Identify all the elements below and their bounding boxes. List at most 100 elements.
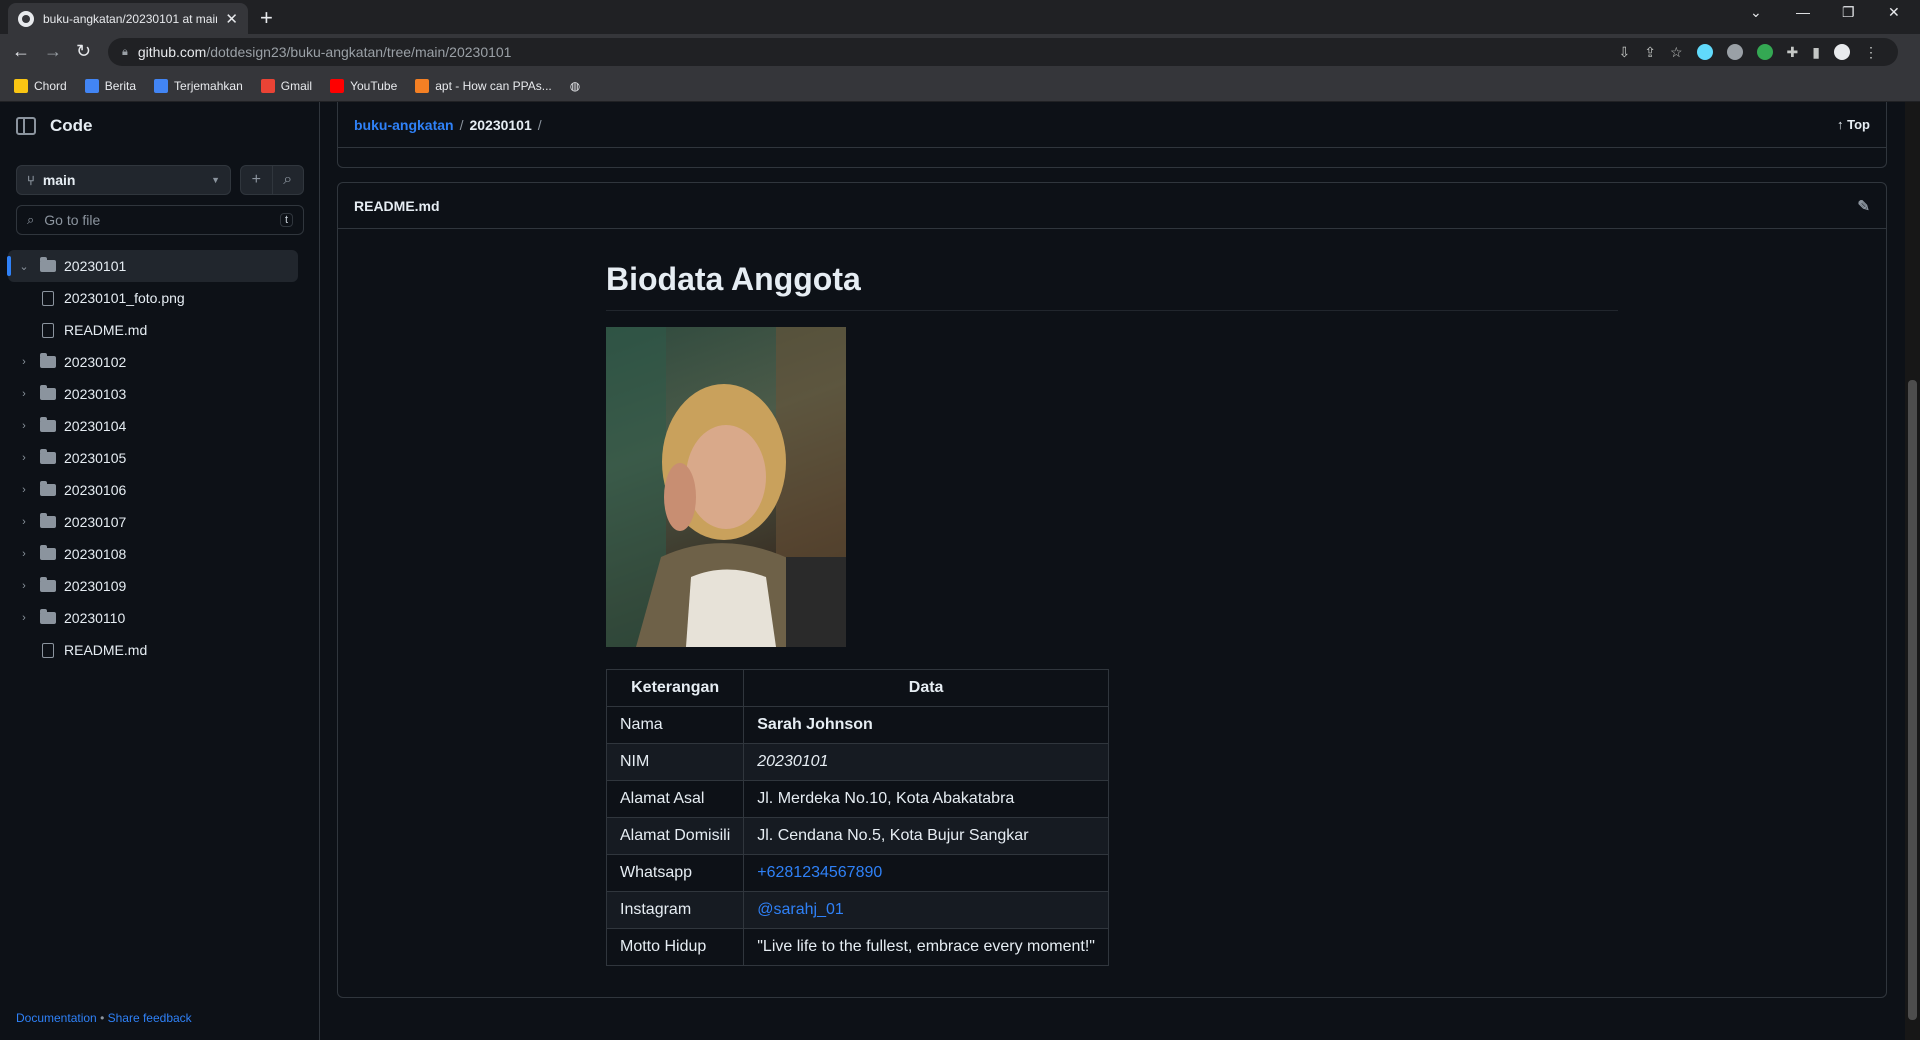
- folder-icon: [40, 481, 56, 496]
- file-icon: [42, 322, 54, 338]
- chevron-right-icon[interactable]: ›: [16, 420, 32, 432]
- chevron-right-icon[interactable]: ›: [16, 548, 32, 560]
- extension-icon[interactable]: [1756, 44, 1773, 60]
- tree-item-label: 20230107: [64, 514, 127, 530]
- reload-icon[interactable]: ↻: [76, 41, 91, 62]
- tree-item-label: 20230110: [64, 610, 126, 626]
- add-file-button[interactable]: +: [241, 166, 272, 194]
- row-label-cell: Instagram: [605, 891, 745, 929]
- biodata-table-body: Nama Sarah Johnson NIM 20230101 Alamat Asal J…: [605, 706, 1109, 966]
- bookmark-label: Berita: [104, 78, 137, 93]
- sidebar-header: Code: [16, 116, 93, 136]
- browser-tab[interactable]: buku-angkatan/20230101 at main ✕: [8, 3, 248, 34]
- row-label-cell: Motto Hidup: [605, 928, 745, 966]
- tab-search-icon[interactable]: ⌄: [1750, 4, 1762, 21]
- readme-header: README.md ✎: [338, 183, 1886, 229]
- address-bar[interactable]: 🔒︎ github.com /dotdesign23/buku-angkatan…: [108, 38, 1898, 66]
- branch-selector[interactable]: ⑂ main ▼: [16, 165, 231, 195]
- chevron-right-icon[interactable]: ›: [16, 516, 32, 528]
- profile-icon[interactable]: [1834, 44, 1850, 60]
- tree-folder-item[interactable]: ⌄ 20230101: [7, 250, 298, 282]
- share-feedback-link[interactable]: Share feedback: [108, 1011, 192, 1025]
- search-icon: ⌕: [27, 212, 35, 227]
- install-icon[interactable]: ⇩: [1619, 44, 1631, 61]
- folder-icon: [40, 609, 56, 624]
- readme-heading: Biodata Anggota: [606, 261, 1618, 311]
- bookmark-favicon-icon: [415, 78, 430, 93]
- tree-folder-item[interactable]: › 20230102: [8, 346, 298, 378]
- search-button[interactable]: ⌕: [271, 166, 304, 194]
- bookmark-item[interactable]: Chord: [14, 78, 67, 93]
- globe-icon[interactable]: ◍: [570, 79, 580, 93]
- bookmark-item[interactable]: apt - How can PPAs...: [415, 78, 552, 93]
- tree-item-label: 20230109: [64, 578, 127, 594]
- puzzle-icon[interactable]: ✚: [1787, 44, 1799, 61]
- go-to-file-input[interactable]: ⌕ Go to file t: [16, 205, 304, 235]
- bookmark-item[interactable]: Gmail: [260, 78, 312, 93]
- row-value-cell: 20230101: [743, 743, 1109, 781]
- back-icon[interactable]: ←: [12, 41, 30, 62]
- row-value-link[interactable]: @sarahj_01: [743, 891, 1109, 929]
- github-page: Code ⑂ main ▼ + ⌕ ⌕ Go to file t ⌄ 202301…: [0, 102, 1920, 1040]
- minimize-icon[interactable]: —: [1796, 4, 1810, 20]
- tree-item-label: 20230106: [64, 482, 127, 498]
- tree-folder-item[interactable]: › 20230109: [8, 570, 298, 602]
- sidebar-actions: + ⌕: [240, 165, 304, 195]
- top-label: Top: [1847, 117, 1870, 132]
- tree-folder-item[interactable]: › 20230105: [8, 442, 298, 474]
- bookmark-item[interactable]: Terjemahkan: [154, 78, 243, 93]
- tree-item-label: 20230102: [64, 354, 127, 370]
- tree-folder-item[interactable]: › 20230108: [8, 538, 298, 570]
- back-to-top-button[interactable]: ↑ Top: [1837, 117, 1870, 132]
- chevron-down-icon[interactable]: ⌄: [16, 260, 32, 273]
- share-icon[interactable]: ⇪: [1644, 44, 1656, 61]
- close-window-icon[interactable]: ✕: [1888, 4, 1900, 21]
- sticky-breadcrumb-bar: buku-angkatan / 20230101 / ↑ Top: [337, 102, 1887, 148]
- tree-folder-item[interactable]: › 20230106: [8, 474, 298, 506]
- documentation-link[interactable]: Documentation: [16, 1011, 97, 1025]
- chevron-right-icon[interactable]: ›: [16, 612, 32, 624]
- row-label-cell: Nama: [605, 706, 745, 744]
- forward-icon[interactable]: →: [44, 41, 62, 62]
- tree-file-item[interactable]: README.md: [8, 314, 298, 346]
- tree-folder-item[interactable]: › 20230107: [8, 506, 298, 538]
- menu-icon[interactable]: ⋮: [1864, 44, 1878, 61]
- bookmark-label: Terjemahkan: [174, 78, 243, 93]
- edit-pencil-icon[interactable]: ✎: [1857, 197, 1870, 215]
- tab-title: buku-angkatan/20230101 at main: [43, 11, 218, 26]
- row-label-cell: Alamat Domisili: [605, 817, 745, 855]
- chevron-right-icon[interactable]: ›: [16, 484, 32, 496]
- scrollbar-thumb[interactable]: [1908, 380, 1917, 1020]
- tree-file-item[interactable]: 20230101_foto.png: [8, 282, 298, 314]
- chevron-right-icon[interactable]: ›: [16, 388, 32, 400]
- tree-file-item[interactable]: README.md: [8, 634, 298, 666]
- breadcrumb-repo-link[interactable]: buku-angkatan: [354, 117, 454, 133]
- tree-folder-item[interactable]: › 20230110: [8, 602, 298, 634]
- bookmark-item[interactable]: Berita: [84, 78, 137, 93]
- react-extension-icon[interactable]: [1696, 44, 1713, 60]
- page-scrollbar[interactable]: [1905, 102, 1920, 1040]
- tree-folder-item[interactable]: › 20230103: [8, 378, 298, 410]
- bookmark-item[interactable]: YouTube: [330, 78, 397, 93]
- bookmark-label: apt - How can PPAs...: [435, 78, 552, 93]
- side-panel-icon[interactable]: ▮: [1812, 44, 1820, 61]
- readme-filename: README.md: [354, 197, 440, 214]
- star-icon[interactable]: ☆: [1670, 44, 1683, 61]
- column-header-data: Data: [743, 669, 1109, 707]
- tree-folder-item[interactable]: › 20230104: [8, 410, 298, 442]
- bookmark-favicon-icon: [330, 78, 345, 93]
- new-tab-button[interactable]: +: [260, 5, 273, 31]
- sidebar-collapse-icon[interactable]: [16, 117, 36, 135]
- row-value-link[interactable]: +6281234567890: [743, 854, 1109, 892]
- tree-item-label: 20230103: [64, 386, 127, 402]
- close-tab-icon[interactable]: ✕: [225, 10, 238, 28]
- chevron-right-icon[interactable]: ›: [16, 580, 32, 592]
- markdown-body: Biodata Anggota Keterangan Data Nama Sar…: [605, 261, 1618, 966]
- sidebar-footer: Documentation • Share feedback: [16, 1011, 192, 1025]
- chevron-right-icon[interactable]: ›: [16, 356, 32, 368]
- breadcrumb-trailing-separator: /: [537, 116, 542, 133]
- chevron-right-icon[interactable]: ›: [16, 452, 32, 464]
- file-list-partial: [337, 148, 1887, 168]
- restore-icon[interactable]: ❐: [1842, 4, 1855, 21]
- extension-icon[interactable]: [1726, 44, 1743, 60]
